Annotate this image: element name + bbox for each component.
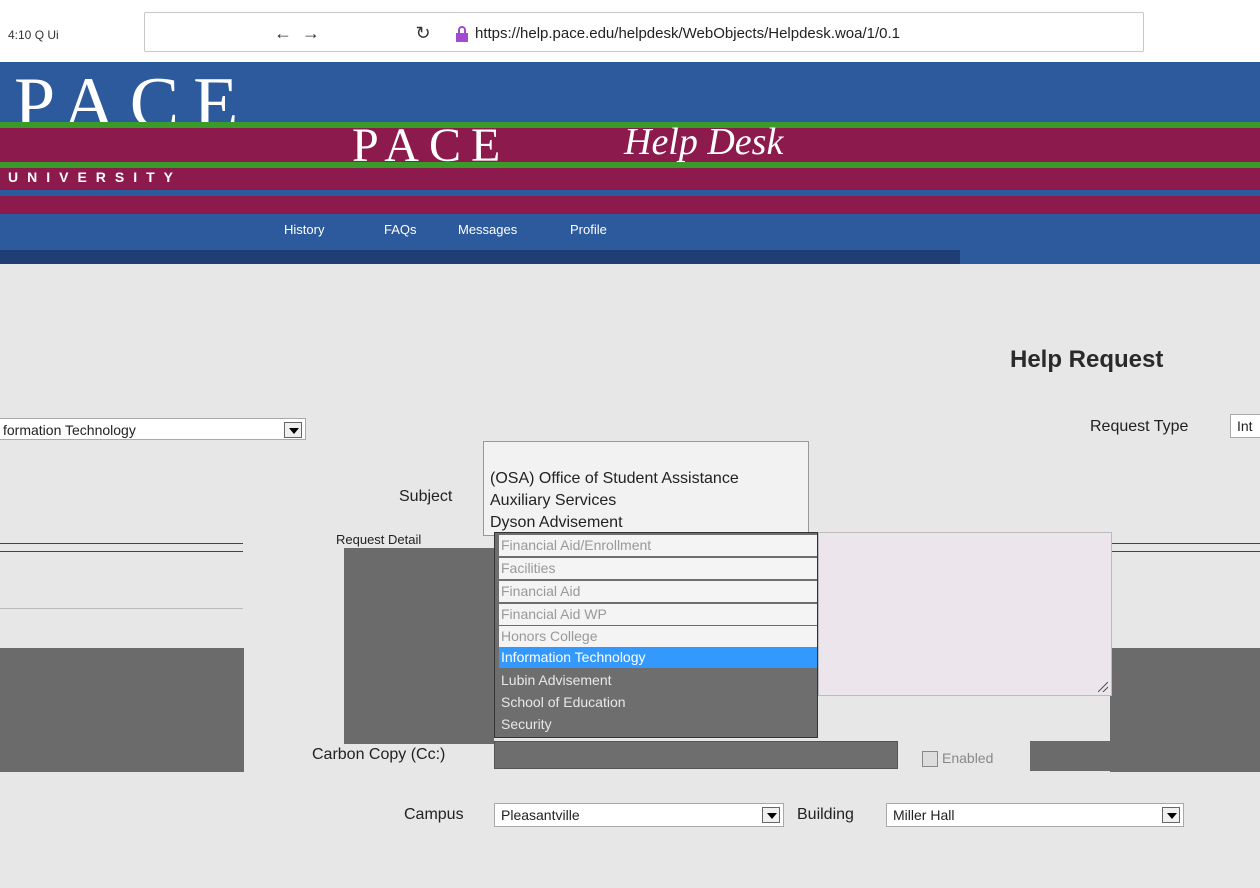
site-header: PACE PACE Help Desk UNIVERSITY History F… [0,62,1260,264]
list-item[interactable]: Financial Aid/Enrollment [499,535,817,556]
campus-select[interactable]: Pleasantville [494,803,784,827]
browser-tab[interactable]: 4:10 Q Ui [8,28,59,42]
list-item[interactable]: Financial Aid WP [499,604,817,625]
list-item[interactable]: (OSA) Office of Student Assistance [490,470,739,488]
campus-value: Pleasantville [501,807,580,823]
list-item[interactable]: Lubin Advisement [499,670,817,691]
page-title: Help Request [1010,346,1164,373]
request-detail-label: Request Detail [336,532,422,547]
list-item[interactable]: Security [499,714,817,735]
nav-messages[interactable]: Messages [458,222,517,237]
back-icon[interactable]: ← [272,22,294,44]
enabled-checkbox[interactable] [922,751,938,767]
enabled-label: Enabled [942,750,994,766]
divider [0,608,243,609]
nav-profile[interactable]: Profile [570,222,607,237]
list-item[interactable]: Honors College [499,626,817,647]
divider [0,543,243,544]
request-type-select[interactable]: Int [1230,414,1260,438]
list-item[interactable]: Financial Aid [499,581,817,602]
request-type-value: Int [1237,418,1253,434]
detail-panel [344,548,494,744]
list-item[interactable]: Auxiliary Services [490,492,616,510]
request-type-label: Request Type [1090,418,1189,435]
request-detail-textarea[interactable] [818,532,1112,696]
chevron-down-icon[interactable] [762,807,780,823]
resize-grip-icon[interactable] [1098,682,1108,692]
refresh-icon[interactable]: ↻ [412,22,434,44]
list-item[interactable]: Facilities [499,558,817,579]
header-divider [0,250,960,264]
chevron-down-icon[interactable] [1162,807,1180,823]
main-nav: History FAQs Messages Profile [0,212,1260,252]
right-panel [1030,741,1260,771]
subject-label: Subject [399,488,453,505]
chevron-down-icon[interactable] [284,422,302,438]
url-text[interactable]: https://help.pace.edu/helpdesk/WebObject… [475,25,900,42]
list-item-selected[interactable]: Information Technology [499,647,817,668]
left-category-select[interactable]: formation Technology [0,418,306,440]
nav-faqs[interactable]: FAQs [384,222,417,237]
building-label: Building [797,806,854,823]
university-label: UNIVERSITY [8,169,183,185]
cc-input[interactable] [494,741,898,769]
nav-history[interactable]: History [284,222,324,237]
helpdesk-title: Help Desk [624,121,784,163]
divider [0,551,243,552]
browser-toolbar: 4:10 Q Ui ← → ↻ https://help.pace.edu/he… [0,0,1260,62]
category-listbox[interactable]: Financial Aid/Enrollment Facilities Fina… [494,532,818,738]
list-item[interactable]: Dyson Advisement [490,514,623,532]
header-band [0,168,1260,190]
subject-dropdown[interactable]: (OSA) Office of Student Assistance Auxil… [483,441,809,536]
lock-icon [456,26,468,42]
building-value: Miller Hall [893,807,955,823]
list-item[interactable]: School of Education [499,692,817,713]
campus-label: Campus [404,806,464,823]
cc-label: Carbon Copy (Cc:) [312,746,446,763]
left-panel [0,648,244,772]
building-select[interactable]: Miller Hall [886,803,1184,827]
left-category-value: formation Technology [3,422,136,438]
forward-icon[interactable]: → [300,22,322,44]
